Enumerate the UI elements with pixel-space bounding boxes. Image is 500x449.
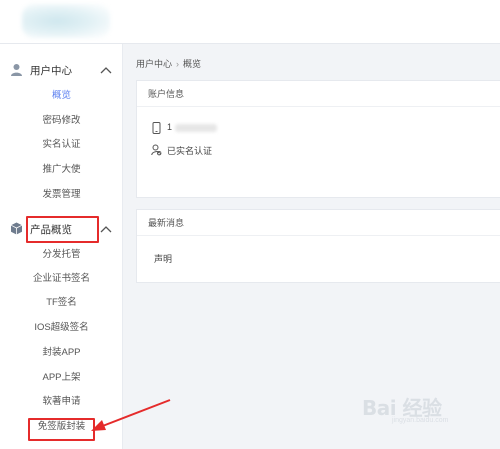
sidebar-group-user-center[interactable]: 用户中心 (0, 51, 123, 87)
sidebar-item-ambassador[interactable]: 推广大使 (0, 160, 123, 180)
verified-user-icon (151, 144, 162, 156)
breadcrumb-separator: › (176, 59, 180, 69)
logo-blurred (22, 4, 110, 38)
verification-status: 已实名认证 (167, 146, 213, 156)
sidebar-item-invoice[interactable]: 发票管理 (0, 185, 123, 205)
card-title: 最新消息 (137, 210, 500, 236)
sidebar-item-ios-super-signing[interactable]: IOS超级签名 (0, 318, 123, 338)
top-bar (0, 0, 500, 44)
sidebar-item-tf-signing[interactable]: TF签名 (0, 293, 123, 313)
main-content: 用户中心 › 概览 账户信息 1 已实名认证 最新消息 声明 (124, 44, 500, 449)
phone-number-redacted (175, 123, 218, 132)
chevron-up-icon[interactable] (100, 66, 112, 74)
sidebar-group-label: 用户中心 (30, 65, 72, 77)
breadcrumb-current: 概览 (183, 59, 202, 69)
annotation-box-products (26, 216, 99, 243)
sidebar-item-enterprise-signing[interactable]: 企业证书签名 (0, 269, 123, 289)
account-info-card: 账户信息 1 已实名认证 (136, 80, 500, 198)
sidebar-item-distribution[interactable]: 分发托管 (0, 245, 123, 265)
sidebar-item-verification[interactable]: 实名认证 (0, 135, 123, 155)
phone-number: 1 (167, 122, 173, 132)
sidebar-item-package-app[interactable]: 封装APP (0, 343, 123, 363)
breadcrumb: 用户中心 › 概览 (136, 57, 201, 70)
news-item[interactable]: 声明 (154, 252, 172, 265)
sidebar-item-overview[interactable]: 概览 (0, 86, 123, 106)
annotation-box-free-sign (28, 418, 95, 441)
sidebar-item-password[interactable]: 密码修改 (0, 111, 123, 131)
phone-icon (152, 122, 161, 134)
chevron-up-icon[interactable] (100, 225, 112, 233)
latest-news-card: 最新消息 声明 (136, 209, 500, 283)
cube-icon (10, 222, 23, 235)
card-title: 账户信息 (137, 81, 500, 107)
sidebar-item-app-listing[interactable]: APP上架 (0, 368, 123, 388)
watermark-url: jingyan.baidu.com (392, 417, 449, 424)
news-item-label[interactable]: 声明 (154, 254, 172, 264)
breadcrumb-home[interactable]: 用户中心 (136, 59, 172, 69)
sidebar: 用户中心 概览 密码修改 实名认证 推广大使 发票管理 产品概览 分发托管 企业… (0, 44, 123, 449)
watermark: Bai 经验 jingyan.baidu.com (362, 392, 500, 432)
user-icon (11, 64, 22, 76)
